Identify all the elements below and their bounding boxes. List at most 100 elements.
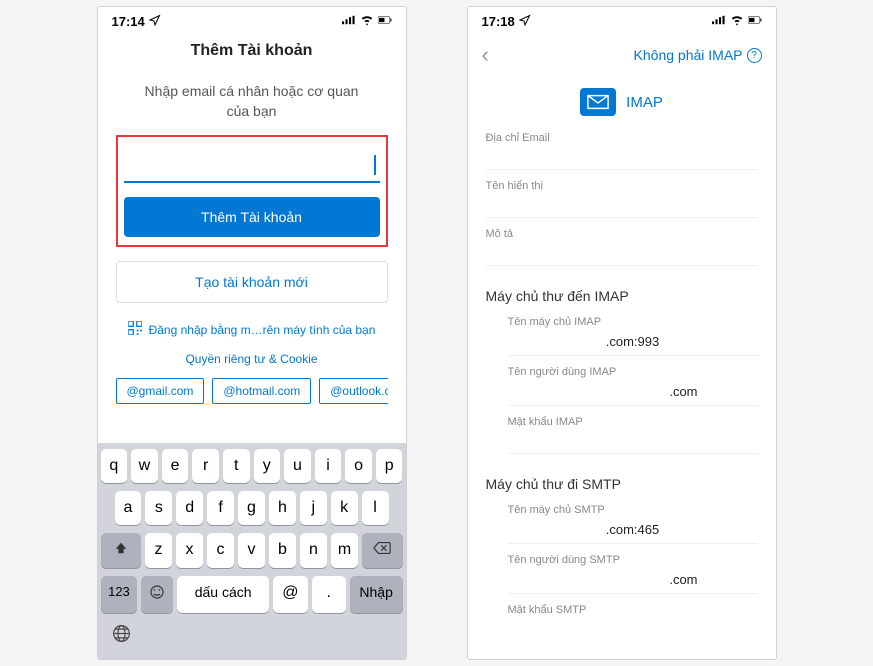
battery-icon bbox=[748, 13, 762, 30]
status-time: 17:14 bbox=[112, 14, 145, 29]
text-cursor bbox=[374, 155, 376, 175]
header-row: Thêm Tài khoản bbox=[98, 36, 406, 66]
wifi-icon bbox=[730, 13, 744, 30]
screen-imap-config: 17:18 ‹ Không phải IMAP ? IMAP Địa chỉ E… bbox=[467, 6, 777, 660]
key-t[interactable]: t bbox=[223, 449, 250, 483]
imap-pass-field[interactable]: Mật khẩu IMAP bbox=[508, 408, 758, 456]
wifi-icon bbox=[360, 13, 374, 30]
status-right bbox=[342, 13, 392, 30]
key-s[interactable]: s bbox=[145, 491, 172, 525]
privacy-link[interactable]: Quyền riêng tư & Cookie bbox=[116, 352, 388, 366]
key-l[interactable]: l bbox=[362, 491, 389, 525]
signal-icon bbox=[712, 13, 726, 30]
key-dot[interactable]: . bbox=[312, 576, 346, 613]
location-icon bbox=[149, 14, 161, 29]
add-account-button[interactable]: Thêm Tài khoản bbox=[124, 197, 380, 237]
smtp-section-title: Máy chủ thư đi SMTP bbox=[486, 476, 758, 492]
key-backspace[interactable] bbox=[362, 533, 403, 568]
smtp-pass-field[interactable]: Mật khẩu SMTP bbox=[508, 596, 758, 644]
key-j[interactable]: j bbox=[300, 491, 327, 525]
smtp-pass-value bbox=[508, 620, 758, 642]
imap-section-title: Máy chủ thư đến IMAP bbox=[486, 288, 758, 304]
create-account-button[interactable]: Tạo tài khoản mới bbox=[116, 261, 388, 303]
key-shift[interactable] bbox=[101, 533, 142, 568]
desc-field[interactable]: Mô tả bbox=[486, 220, 758, 268]
key-d[interactable]: d bbox=[176, 491, 203, 525]
key-b[interactable]: b bbox=[269, 533, 296, 568]
key-o[interactable]: o bbox=[345, 449, 372, 483]
smtp-host-value: .com:465 bbox=[508, 520, 758, 544]
imap-user-label: Tên người dùng IMAP bbox=[508, 366, 758, 378]
smtp-user-field[interactable]: Tên người dùng SMTP .com bbox=[508, 546, 758, 596]
keyboard: q w e r t y u i o p a s d f g h j k l z … bbox=[98, 443, 406, 659]
key-v[interactable]: v bbox=[238, 533, 265, 568]
key-g[interactable]: g bbox=[238, 491, 265, 525]
header-row: ‹ Không phải IMAP ? bbox=[468, 36, 776, 74]
status-time: 17:18 bbox=[482, 14, 515, 29]
key-m[interactable]: m bbox=[331, 533, 358, 568]
key-q[interactable]: q bbox=[101, 449, 128, 483]
key-y[interactable]: y bbox=[254, 449, 281, 483]
imap-host-field[interactable]: Tên máy chủ IMAP .com:993 bbox=[508, 308, 758, 358]
screen-add-account: 17:14 Thêm Tài khoản Nhập email cá nhân … bbox=[97, 6, 407, 660]
smtp-user-value: .com bbox=[508, 570, 758, 594]
key-u[interactable]: u bbox=[284, 449, 311, 483]
smtp-host-label: Tên máy chủ SMTP bbox=[508, 504, 758, 516]
key-numbers[interactable]: 123 bbox=[101, 576, 138, 613]
help-icon: ? bbox=[747, 48, 762, 63]
kb-bottom-row bbox=[101, 621, 403, 653]
key-r[interactable]: r bbox=[192, 449, 219, 483]
globe-icon[interactable] bbox=[111, 623, 132, 649]
domain-chip-outlook[interactable]: @outlook.com bbox=[319, 378, 387, 404]
smtp-user-label: Tên người dùng SMTP bbox=[508, 554, 758, 566]
imap-user-field[interactable]: Tên người dùng IMAP .com bbox=[508, 358, 758, 408]
kb-row-4: 123 dấu cách @ . Nhập bbox=[101, 576, 403, 613]
kb-row-1: q w e r t y u i o p bbox=[101, 449, 403, 483]
key-a[interactable]: a bbox=[115, 491, 142, 525]
key-at[interactable]: @ bbox=[273, 576, 307, 613]
key-i[interactable]: i bbox=[315, 449, 342, 483]
key-c[interactable]: c bbox=[207, 533, 234, 568]
email-value bbox=[486, 148, 758, 170]
not-imap-label: Không phải IMAP bbox=[634, 47, 743, 63]
key-h[interactable]: h bbox=[269, 491, 296, 525]
imap-host-value: .com:993 bbox=[508, 332, 758, 356]
signal-icon bbox=[342, 13, 356, 30]
key-n[interactable]: n bbox=[300, 533, 327, 568]
imap-pass-value bbox=[508, 432, 758, 454]
domain-chip-gmail[interactable]: @gmail.com bbox=[116, 378, 205, 404]
displayname-field[interactable]: Tên hiển thị bbox=[486, 172, 758, 220]
key-k[interactable]: k bbox=[331, 491, 358, 525]
status-right bbox=[712, 13, 762, 30]
mail-icon bbox=[580, 88, 616, 116]
highlight-box: Thêm Tài khoản bbox=[116, 135, 388, 247]
imap-pass-label: Mật khẩu IMAP bbox=[508, 416, 758, 428]
email-field[interactable]: Địa chỉ Email bbox=[486, 124, 758, 172]
domain-suggestions: @gmail.com @hotmail.com @outlook.com bbox=[116, 378, 388, 412]
smtp-host-field[interactable]: Tên máy chủ SMTP .com:465 bbox=[508, 496, 758, 546]
imap-title: IMAP bbox=[626, 94, 663, 111]
imap-user-value: .com bbox=[508, 382, 758, 406]
back-button[interactable]: ‹ bbox=[482, 42, 502, 68]
key-emoji[interactable] bbox=[141, 576, 173, 613]
email-input[interactable] bbox=[124, 145, 380, 183]
email-label: Địa chỉ Email bbox=[486, 132, 758, 144]
displayname-value bbox=[486, 196, 758, 218]
key-return[interactable]: Nhập bbox=[350, 576, 403, 613]
key-p[interactable]: p bbox=[376, 449, 403, 483]
key-e[interactable]: e bbox=[162, 449, 189, 483]
key-f[interactable]: f bbox=[207, 491, 234, 525]
key-x[interactable]: x bbox=[176, 533, 203, 568]
key-space[interactable]: dấu cách bbox=[177, 576, 269, 613]
imap-host-label: Tên máy chủ IMAP bbox=[508, 316, 758, 328]
status-bar: 17:18 bbox=[468, 7, 776, 36]
key-z[interactable]: z bbox=[145, 533, 172, 568]
not-imap-link[interactable]: Không phải IMAP ? bbox=[634, 47, 762, 63]
domain-chip-hotmail[interactable]: @hotmail.com bbox=[212, 378, 311, 404]
key-w[interactable]: w bbox=[131, 449, 158, 483]
subtitle-text: Nhập email cá nhân hoặc cơ quan của bạn bbox=[116, 74, 388, 133]
qr-login-link[interactable]: Đăng nhập bằng m…rên máy tính của bạn bbox=[116, 321, 388, 338]
kb-row-3: z x c v b n m bbox=[101, 533, 403, 568]
page-title: Thêm Tài khoản bbox=[112, 42, 392, 60]
imap-header: IMAP bbox=[486, 74, 758, 124]
